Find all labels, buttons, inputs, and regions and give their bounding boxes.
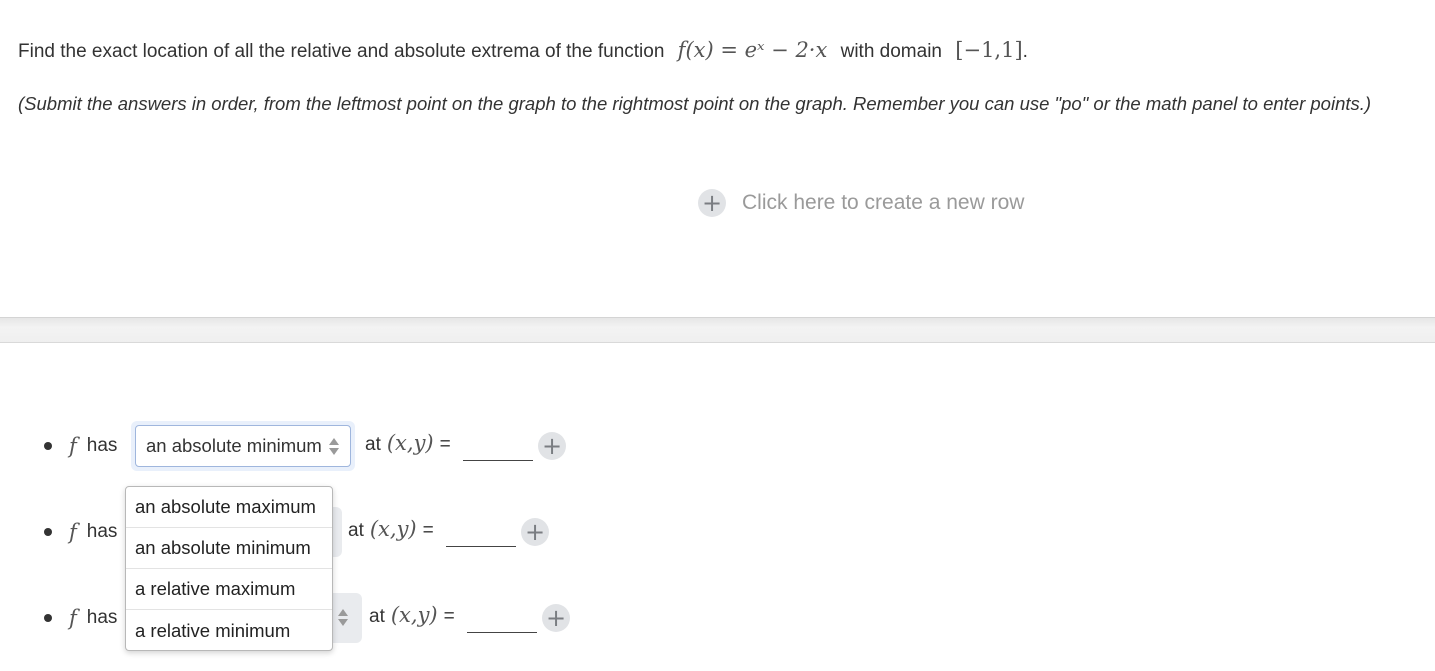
- function-symbol: f: [69, 520, 77, 544]
- answer-row-1: f has an absolute minimum at (x,y) = +: [44, 421, 566, 471]
- point-answer-input[interactable]: [446, 520, 516, 547]
- extremum-type-dropdown-menu: an absolute maximum an absolute minimum …: [125, 486, 333, 651]
- section-divider: [0, 317, 1435, 343]
- plus-icon[interactable]: +: [542, 604, 570, 632]
- answer-row-2: f has at (x,y) = +: [44, 507, 549, 557]
- create-new-row-label: Click here to create a new row: [742, 191, 1025, 214]
- dropdown-option-absolute-maximum[interactable]: an absolute maximum: [126, 487, 332, 528]
- question-text-before: Find the exact location of all the relat…: [18, 41, 665, 62]
- at-text: at: [369, 606, 385, 627]
- point-notation: (x,y): [369, 517, 417, 541]
- has-label: has: [86, 435, 118, 456]
- dropdown-option-relative-minimum[interactable]: a relative minimum: [126, 610, 332, 651]
- at-point-label: at (x,y) =: [369, 603, 455, 628]
- instructions-text: (Submit the answers in order, from the l…: [18, 93, 1372, 114]
- function-symbol: f: [69, 434, 77, 458]
- answer-row-3: f has at (x,y) = +: [44, 593, 570, 643]
- has-label: has: [86, 521, 118, 542]
- at-text: at: [348, 520, 364, 541]
- select-arrows-icon: [329, 438, 339, 455]
- select-arrows-icon: [338, 609, 348, 626]
- dropdown-option-relative-maximum[interactable]: a relative maximum: [126, 569, 332, 610]
- point-answer-input[interactable]: [467, 606, 537, 633]
- at-point-label: at (x,y) =: [365, 431, 451, 456]
- select-value: an absolute minimum: [146, 435, 322, 456]
- bullet: [44, 442, 52, 450]
- create-new-row-button[interactable]: + Click here to create a new row: [698, 189, 1024, 217]
- point-answer-input[interactable]: [463, 434, 533, 461]
- at-text: at: [365, 434, 381, 455]
- equals-sign: =: [439, 434, 451, 455]
- question-text-end: .: [1022, 41, 1028, 62]
- at-point-label: at (x,y) =: [348, 517, 434, 542]
- function-symbol: f: [69, 606, 77, 630]
- extremum-type-select-wrapper: an absolute minimum: [131, 421, 355, 471]
- point-notation: (x,y): [386, 431, 434, 455]
- equals-sign: =: [422, 520, 434, 541]
- question-text-middle: with domain: [840, 41, 942, 62]
- equals-sign: =: [443, 606, 455, 627]
- extremum-type-select[interactable]: an absolute minimum: [135, 425, 351, 467]
- has-label: has: [86, 607, 118, 628]
- bullet: [44, 614, 52, 622]
- plus-icon: +: [698, 189, 726, 217]
- plus-icon[interactable]: +: [521, 518, 549, 546]
- question-text: Find the exact location of all the relat…: [18, 38, 1028, 63]
- plus-icon[interactable]: +: [538, 432, 566, 460]
- point-notation: (x,y): [390, 603, 438, 627]
- function-expression: f(x) = eˣ − 2·x: [677, 38, 828, 62]
- dropdown-option-absolute-minimum[interactable]: an absolute minimum: [126, 528, 332, 569]
- bullet: [44, 528, 52, 536]
- domain-expression: [−1,1]: [955, 38, 1023, 62]
